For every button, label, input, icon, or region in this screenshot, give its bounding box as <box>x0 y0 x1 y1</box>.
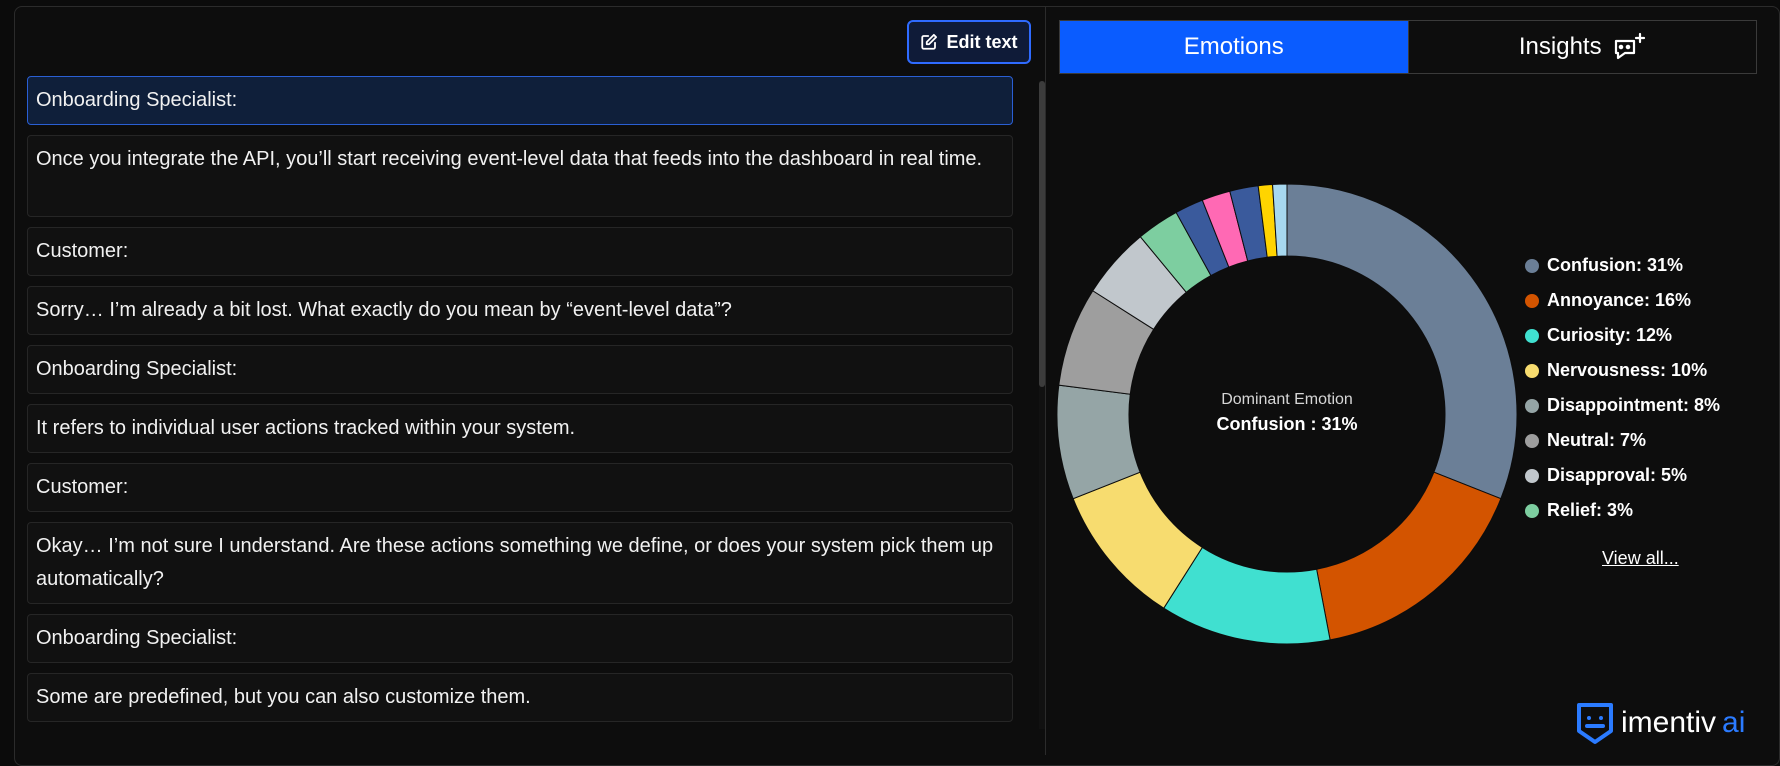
transcript-item[interactable]: Sorry… I’m already a bit lost. What exac… <box>27 286 1013 335</box>
view-all-link[interactable]: View all... <box>1602 548 1679 569</box>
legend-item[interactable]: Curiosity: 12% <box>1525 318 1745 353</box>
legend-label: Confusion: 31% <box>1547 255 1684 275</box>
edit-text-button[interactable]: Edit text <box>907 20 1031 64</box>
legend-label: Nervousness: 10% <box>1547 360 1708 380</box>
legend-label: Disapproval: 5% <box>1547 465 1688 485</box>
logo-ai: ai <box>1722 706 1746 739</box>
transcript-list: Onboarding Specialist: Once you integrat… <box>27 76 1013 728</box>
tab-emotions-label: Emotions <box>1183 33 1284 60</box>
legend-item[interactable]: Disappointment: 8% <box>1525 388 1745 423</box>
transcript-item[interactable]: Onboarding Specialist: <box>27 345 1013 394</box>
legend-dot-icon <box>1525 398 1539 413</box>
legend-dot-icon <box>1525 433 1539 448</box>
transcript-item[interactable]: Once you integrate the API, you’ll start… <box>27 135 1013 217</box>
transcript-item[interactable]: Onboarding Specialist: <box>27 614 1013 663</box>
donut-slice-annoyance[interactable] <box>1316 471 1502 641</box>
emotion-tabs: Emotions Insights <box>1059 20 1757 74</box>
imentiv-logo: imentiv ai <box>1575 700 1745 746</box>
tab-emotions[interactable]: Emotions <box>1060 21 1408 73</box>
legend-item[interactable]: Neutral: 7% <box>1525 423 1745 458</box>
legend-dot-icon <box>1525 468 1539 483</box>
transcript-item[interactable]: Customer: <box>27 463 1013 512</box>
transcript-item[interactable]: Onboarding Specialist: <box>27 76 1013 125</box>
transcript-panel: Edit text Onboarding Specialist: Once yo… <box>14 6 1046 755</box>
tab-insights[interactable]: Insights <box>1407 21 1757 73</box>
imentiv-logo-icon <box>1577 703 1613 744</box>
transcript-item[interactable]: Okay… I’m not sure I understand. Are the… <box>27 522 1013 604</box>
legend-label: Relief: 3% <box>1547 500 1634 520</box>
legend-label: Annoyance: 16% <box>1547 290 1692 310</box>
edit-icon <box>921 33 938 50</box>
dominant-emotion-caption: Dominant Emotion <box>1221 391 1353 408</box>
pane-divider <box>1045 6 1046 755</box>
legend-dot-icon <box>1525 293 1539 308</box>
legend-label: Disappointment: 8% <box>1547 395 1721 415</box>
legend-item[interactable]: Relief: 3% <box>1525 493 1745 528</box>
transcript-item[interactable]: Some are predefined, but you can also cu… <box>27 673 1013 722</box>
legend-label: Neutral: 7% <box>1547 430 1647 450</box>
legend-dot-icon <box>1525 328 1539 343</box>
legend-item[interactable]: Disapproval: 5% <box>1525 458 1745 493</box>
donut-slice-confusion[interactable] <box>1286 184 1517 500</box>
transcript-item[interactable]: Customer: <box>27 227 1013 276</box>
legend-item[interactable]: Annoyance: 16% <box>1525 283 1745 318</box>
tab-insights-label: Insights <box>1518 33 1602 60</box>
legend-item[interactable]: Nervousness: 10% <box>1525 353 1745 388</box>
sparkle-chat-icon <box>1614 32 1645 60</box>
edit-text-label: Edit text <box>946 31 1018 52</box>
legend-dot-icon <box>1525 363 1539 378</box>
legend-label: Curiosity: 12% <box>1547 325 1673 345</box>
emotion-donut-chart: Dominant Emotion Confusion : 31% <box>1057 184 1517 644</box>
legend-item[interactable]: Confusion: 31% <box>1525 248 1745 283</box>
legend-dot-icon <box>1525 503 1539 518</box>
legend-dot-icon <box>1525 258 1539 273</box>
dominant-emotion-value: Confusion : 31% <box>1216 414 1357 434</box>
transcript-item[interactable]: It refers to individual user actions tra… <box>27 404 1013 453</box>
emotion-legend: Confusion: 31% Annoyance: 16% Curiosity:… <box>1525 248 1745 528</box>
logo-text: imentiv <box>1621 706 1717 739</box>
